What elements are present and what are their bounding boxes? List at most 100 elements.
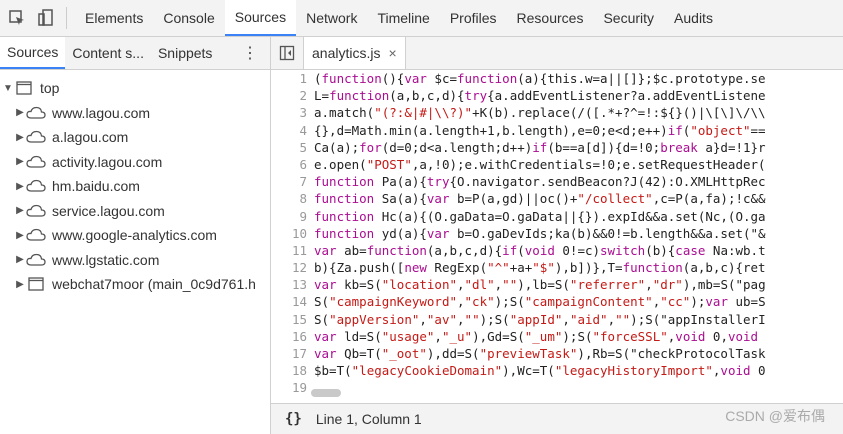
- code-line: 17 var Qb=T("_oot"),dd=S("previewTask"),R…: [271, 345, 843, 362]
- triangle-right-icon[interactable]: ▶: [14, 107, 26, 118]
- code-line: 18 $b=T("legacyCookieDomain"),Wc=T("legac…: [271, 362, 843, 379]
- file-tree: ▼ top ▶ www.lagou.com ▶ a.lagou.com ▶ activity.…: [0, 70, 270, 297]
- code-text: var ab=function(a,b,c,d){if(void 0!=c)sw…: [314, 242, 766, 258]
- code-line: 11 var ab=function(a,b,c,d){if(void 0!=c)…: [271, 242, 843, 259]
- tree-item-label: a.lagou.com: [52, 129, 129, 146]
- code-text: (function(){var $c=function(a){this.w=a|…: [314, 71, 766, 86]
- tab-console[interactable]: Console: [153, 0, 224, 36]
- navigator-pane: Sources Content s... Snippets ⋮ ▼ top ▶ www.l…: [0, 37, 271, 434]
- navigator-tab-0[interactable]: Sources: [0, 37, 66, 69]
- line-number[interactable]: 16: [271, 328, 314, 345]
- tree-item[interactable]: ▶ www.lagou.com: [0, 101, 270, 126]
- code-text: e.open("POST",a,!0);e.withCredentials=!0…: [314, 156, 766, 172]
- triangle-right-icon[interactable]: ▶: [14, 205, 26, 216]
- code-view[interactable]: 1 (function(){var $c=function(a){this.w=a…: [271, 70, 843, 400]
- tree-item[interactable]: ▶ hm.baidu.com: [0, 174, 270, 199]
- inspect-icon[interactable]: [6, 7, 28, 29]
- code-text: b){Za.push([new RegExp("^"+a+"$"),b])},T…: [314, 260, 766, 276]
- triangle-down-icon[interactable]: ▼: [2, 83, 14, 94]
- tab-audits[interactable]: Audits: [664, 0, 723, 36]
- line-number[interactable]: 6: [271, 156, 314, 173]
- line-number[interactable]: 19: [271, 379, 314, 396]
- line-number[interactable]: 18: [271, 362, 314, 379]
- code-line: 10 function yd(a){var b=O.gaDevIds;ka(b)&…: [271, 225, 843, 242]
- toggle-navigator-icon[interactable]: [271, 37, 304, 69]
- tab-timeline[interactable]: Timeline: [367, 0, 439, 36]
- triangle-right-icon[interactable]: ▶: [14, 254, 26, 265]
- code-text: function yd(a){var b=O.gaDevIds;ka(b)&&0…: [314, 225, 766, 241]
- line-number[interactable]: 3: [271, 104, 314, 121]
- triangle-right-icon[interactable]: ▶: [14, 279, 26, 290]
- code-line: 8 function Sa(a){var b=P(a,gd)||oc()+"/co…: [271, 190, 843, 207]
- line-number[interactable]: 5: [271, 139, 314, 156]
- tree-item-label: top: [40, 80, 60, 97]
- panel-tabs: Elements Console Sources Network Timeline Pro…: [75, 0, 723, 36]
- triangle-right-icon[interactable]: ▶: [14, 132, 26, 143]
- code-line: 1 (function(){var $c=function(a){this.w=a…: [271, 70, 843, 87]
- watermark: CSDN @爱布偶: [725, 408, 825, 424]
- code-text: S("campaignKeyword","ck");S("campaignCon…: [314, 294, 766, 310]
- horizontal-scrollbar[interactable]: [311, 389, 341, 397]
- tree-item[interactable]: ▶ www.google-analytics.com: [0, 223, 270, 248]
- line-number[interactable]: 1: [271, 70, 314, 87]
- tab-resources[interactable]: Resources: [507, 0, 594, 36]
- code-text: {},d=Math.min(a.length+1,b.length),e=0;e…: [314, 122, 766, 138]
- cloud-icon: [26, 178, 46, 194]
- tab-network[interactable]: Network: [296, 0, 367, 36]
- code-line: 7 function Pa(a){try{O.navigator.sendBeac…: [271, 173, 843, 190]
- tree-item[interactable]: ▶ activity.lagou.com: [0, 150, 270, 175]
- code-text: function Sa(a){var b=P(a,gd)||oc()+"/col…: [314, 191, 766, 207]
- line-number[interactable]: 8: [271, 190, 314, 207]
- triangle-right-icon[interactable]: ▶: [14, 181, 26, 192]
- line-number[interactable]: 4: [271, 122, 314, 139]
- editor-pane: analytics.js × 1 (function(){var $c=funct…: [271, 37, 843, 434]
- cloud-icon: [26, 227, 46, 243]
- tree-item-label: activity.lagou.com: [52, 153, 163, 170]
- line-number[interactable]: 13: [271, 276, 314, 293]
- line-number[interactable]: 9: [271, 208, 314, 225]
- code-line: 15 S("appVersion","av","");S("appId","aid…: [271, 311, 843, 328]
- line-number[interactable]: 17: [271, 345, 314, 362]
- code-line: 14 S("campaignKeyword","ck");S("campaignC…: [271, 293, 843, 310]
- triangle-right-icon[interactable]: ▶: [14, 156, 26, 167]
- cloud-icon: [26, 203, 46, 219]
- line-number[interactable]: 14: [271, 293, 314, 310]
- line-number[interactable]: 7: [271, 173, 314, 190]
- line-number[interactable]: 10: [271, 225, 314, 242]
- kebab-icon[interactable]: ⋮: [230, 43, 270, 63]
- tab-sources[interactable]: Sources: [224, 0, 297, 36]
- code-line: 16 var ld=S("usage","_u"),Gd=S("_um");S("…: [271, 328, 843, 345]
- editor-tabs: analytics.js ×: [271, 37, 843, 70]
- line-number[interactable]: 12: [271, 259, 314, 276]
- devtools-toolbar: Elements Console Sources Network Timeline Pro…: [0, 0, 843, 37]
- code-text: var Qb=T("_oot"),dd=S("previewTask"),Rb=…: [314, 346, 766, 361]
- tree-item[interactable]: ▶ webchat7moor (main_0c9d761.h: [0, 272, 270, 297]
- code-line: 5 Ca(a);for(d=0;d<a.length;d++)if(b==a[d]…: [271, 139, 843, 156]
- tree-item[interactable]: ▶ www.lgstatic.com: [0, 248, 270, 273]
- tab-security[interactable]: Security: [593, 0, 664, 36]
- frame-icon: [26, 276, 46, 292]
- code-text: Ca(a);for(d=0;d<a.length;d++)if(b==a[d])…: [314, 139, 766, 155]
- device-icon[interactable]: [36, 7, 58, 29]
- file-tab-analytics[interactable]: analytics.js ×: [304, 37, 406, 69]
- close-icon[interactable]: ×: [388, 45, 396, 61]
- toolbar-divider: [66, 7, 67, 29]
- tab-profiles[interactable]: Profiles: [440, 0, 507, 36]
- triangle-right-icon[interactable]: ▶: [14, 230, 26, 241]
- line-number[interactable]: 15: [271, 311, 314, 328]
- cursor-position: Line 1, Column 1: [315, 411, 422, 427]
- code-text: $b=T("legacyCookieDomain"),Wc=T("legacyH…: [314, 363, 766, 379]
- tree-item[interactable]: ▼ top: [0, 76, 270, 101]
- navigator-tab-2[interactable]: Snippets: [151, 37, 219, 69]
- tree-item[interactable]: ▶ a.lagou.com: [0, 125, 270, 150]
- tab-elements[interactable]: Elements: [75, 0, 153, 36]
- tree-item[interactable]: ▶ service.lagou.com: [0, 199, 270, 224]
- cloud-icon: [26, 154, 46, 170]
- navigator-tab-1[interactable]: Content s...: [65, 37, 151, 69]
- code-line: 3 a.match("(?:&|#|\\?)"+K(b).replace(/([.…: [271, 104, 843, 121]
- line-number[interactable]: 11: [271, 242, 314, 259]
- line-number[interactable]: 2: [271, 87, 314, 104]
- code-text: function Hc(a){(O.gaData=O.gaData||{}).e…: [314, 208, 766, 224]
- pretty-print-button[interactable]: {}: [271, 411, 316, 427]
- cloud-icon: [26, 105, 46, 121]
